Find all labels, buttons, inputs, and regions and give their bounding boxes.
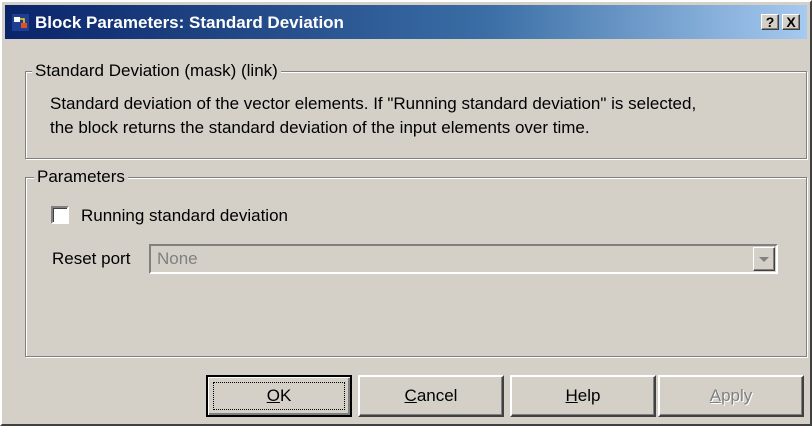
simulink-block-icon [12,14,29,31]
window-title: Block Parameters: Standard Deviation [35,13,344,32]
dialog-window: Block Parameters: Standard Deviation ? X… [0,0,812,426]
cancel-label-rest: ancel [416,386,458,405]
cancel-mnemonic: C [404,386,417,405]
description-line: Standard deviation of the vector element… [50,94,697,113]
help-label-rest: elp [577,386,601,405]
ok-button[interactable]: OK [206,375,352,417]
chevron-down-icon[interactable] [753,247,775,271]
close-icon: X [786,14,796,30]
focus-rectangle [213,382,345,410]
reset-port-label: Reset port [52,249,131,268]
help-button[interactable]: Help [510,375,656,417]
help-mnemonic: H [565,386,578,405]
question-mark-icon: ? [765,14,775,30]
parameters-group-title: Parameters [34,167,128,187]
cancel-button[interactable]: Cancel [358,375,504,417]
reset-port-value: None [157,249,198,268]
apply-label-rest: pply [721,386,753,405]
reset-port-select[interactable]: None [149,244,778,274]
close-caption-button[interactable]: X [782,14,800,30]
help-caption-button[interactable]: ? [761,14,779,30]
apply-button[interactable]: Apply [658,375,804,417]
apply-mnemonic: A [709,386,722,405]
description-text: Standard deviation of the vector element… [50,92,802,140]
description-line: the block returns the standard deviation… [50,118,590,137]
running-std-checkbox-label[interactable]: Running standard deviation [81,205,288,227]
description-group-title: Standard Deviation (mask) (link) [32,61,281,81]
title-bar[interactable]: Block Parameters: Standard Deviation ? X [5,5,807,39]
running-std-checkbox[interactable] [51,206,69,224]
